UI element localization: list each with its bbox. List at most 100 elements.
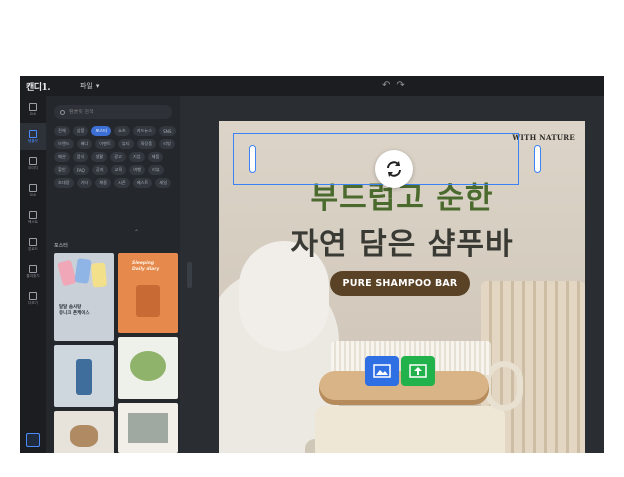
tag-list: 전체 상품 포스터 쇼츠 카드뉴스 SNS 브랜드 배너 이벤트 뷰티 화장품 리빙 패션 음식 생활 광고 기…: [54, 126, 178, 188]
headline-line2[interactable]: 자연 담은 샴푸바: [219, 219, 585, 263]
filter-tag[interactable]: 광고: [110, 152, 126, 162]
filter-tag[interactable]: 이벤트: [95, 139, 115, 149]
filter-tag[interactable]: 화장품: [136, 139, 157, 149]
filter-tag[interactable]: 시즌: [114, 178, 130, 188]
rail-item-0[interactable]: 요소: [20, 96, 46, 123]
image-icon: [29, 156, 37, 165]
chevron-up-icon[interactable]: ⌃: [134, 229, 139, 236]
upload-image-button[interactable]: [401, 356, 435, 386]
image-icon: [373, 364, 391, 378]
filter-tag[interactable]: 쇼츠: [114, 126, 130, 136]
text-icon: [29, 210, 37, 219]
rail-item-3[interactable]: 요소: [20, 177, 46, 204]
filter-tag[interactable]: 제품: [147, 152, 164, 162]
chevron-down-icon: ▾: [95, 82, 100, 90]
filter-tag[interactable]: 카드뉴스: [132, 126, 157, 136]
app-logo[interactable]: 캔디1.: [26, 80, 50, 93]
template-panel: 전체상품포스터쇼츠카드뉴스SNS브랜드배너이벤트뷰티화장품리빙패션음식생활광고기…: [46, 96, 180, 453]
bookmark-icon: [29, 264, 37, 273]
filter-tag[interactable]: 상품: [72, 126, 89, 136]
filter-tag[interactable]: 기타: [76, 178, 93, 188]
rail-label: 업로드: [28, 246, 38, 251]
rail-label: 더보기: [28, 300, 38, 305]
redo-icon[interactable]: ↷: [396, 80, 404, 91]
file-menu[interactable]: 파일 ▾: [80, 81, 99, 91]
filter-tag[interactable]: 리뷰: [148, 165, 164, 175]
filter-tag[interactable]: 교육: [110, 165, 127, 175]
filter-tag[interactable]: 리빙: [159, 139, 175, 149]
rail-item-1[interactable]: 템플릿: [20, 123, 46, 150]
thumbnail-text: 달달 솜사탕 유니크 폰케이스: [59, 305, 90, 316]
rail-label: 즐겨찾기: [26, 273, 40, 278]
bottle-image: [76, 359, 92, 395]
rotate-button[interactable]: [375, 150, 413, 188]
undo-redo-group: ↶ ↷: [382, 80, 405, 91]
product-pill[interactable]: PURE SHAMPOO BAR: [330, 271, 470, 296]
template-thumbnail[interactable]: Sleeping Daily diary: [118, 253, 178, 333]
filter-tag[interactable]: 전체: [54, 126, 70, 136]
filter-tag[interactable]: 뷰티: [117, 139, 134, 149]
template-thumbnail[interactable]: [54, 411, 114, 453]
help-icon[interactable]: [26, 433, 40, 447]
template-thumbnail[interactable]: 달달 솜사탕 유니크 폰케이스: [54, 253, 114, 341]
rail-label: 요소: [29, 111, 37, 116]
phone-case-pink: [57, 259, 77, 287]
rail-item-5[interactable]: 업로드: [20, 231, 46, 258]
search-input[interactable]: [69, 109, 159, 115]
layout-icon: [29, 102, 37, 111]
rail-label: 템플릿: [28, 138, 38, 143]
salad-image: [130, 351, 166, 381]
undo-icon[interactable]: ↶: [382, 80, 390, 91]
filter-tag[interactable]: 포스터: [91, 126, 111, 136]
template-thumbnail[interactable]: [54, 345, 114, 407]
filter-tag[interactable]: FAQ: [72, 165, 89, 175]
filter-tag[interactable]: 공지: [91, 165, 108, 175]
template-thumbnail[interactable]: [118, 337, 178, 399]
diary-image: [136, 285, 160, 317]
rail-item-4[interactable]: 텍스트: [20, 204, 46, 231]
template-icon: [29, 129, 37, 138]
rail-item-6[interactable]: 즐겨찾기: [20, 258, 46, 285]
rail-label: 텍스트: [28, 219, 38, 224]
filter-tag[interactable]: 할인: [54, 165, 70, 175]
upload-icon: [29, 237, 37, 246]
filter-tag[interactable]: 생활: [91, 152, 108, 162]
filter-tag[interactable]: 음식: [72, 152, 89, 162]
template-thumbnail[interactable]: [118, 403, 178, 453]
more-icon: [29, 291, 37, 300]
filter-tag[interactable]: 베스트: [132, 178, 153, 188]
replace-image-button[interactable]: [365, 356, 399, 386]
resize-handle-right[interactable]: [534, 145, 541, 173]
room-image: [128, 413, 168, 443]
resize-handle-left[interactable]: [249, 145, 256, 173]
section-label: 포스터: [54, 243, 68, 249]
soap-bar-top: [315, 406, 505, 453]
search-icon: [60, 109, 65, 115]
rotate-icon: [387, 161, 401, 177]
rail-label: 요소: [29, 192, 37, 197]
sidebar-rail: 요소 템플릿 이미지 요소 텍스트 업로드 즐겨찾기 더보기: [20, 96, 46, 453]
filter-tag[interactable]: 브랜드: [54, 139, 74, 149]
rail-item-2[interactable]: 이미지: [20, 150, 46, 177]
filter-tag[interactable]: SNS: [159, 126, 176, 136]
phone-case-blue: [74, 258, 92, 284]
filter-tag[interactable]: 패션: [54, 152, 70, 162]
rail-label: 이미지: [28, 165, 38, 170]
panel-resize-handle[interactable]: [187, 262, 192, 288]
elements-icon: [29, 183, 37, 192]
filter-tag[interactable]: 배너: [76, 139, 93, 149]
phone-case-yellow: [90, 262, 108, 288]
thumbnail-text: Sleeping Daily diary: [132, 261, 160, 272]
upload-icon: [409, 364, 427, 378]
brand-text[interactable]: WITH NATURE: [512, 133, 575, 142]
dog-image: [70, 425, 98, 447]
filter-tag[interactable]: 초대장: [54, 178, 74, 188]
filter-tag[interactable]: 세일: [155, 178, 171, 188]
top-bar: 캔디1. 파일 ▾ ↶ ↷: [20, 76, 604, 96]
file-menu-label: 파일: [79, 82, 93, 90]
filter-tag[interactable]: 기업: [128, 152, 145, 162]
filter-tag[interactable]: 여행: [129, 165, 145, 175]
search-bar[interactable]: [54, 105, 172, 119]
filter-tag[interactable]: 채용: [95, 178, 111, 188]
rail-item-7[interactable]: 더보기: [20, 285, 46, 312]
